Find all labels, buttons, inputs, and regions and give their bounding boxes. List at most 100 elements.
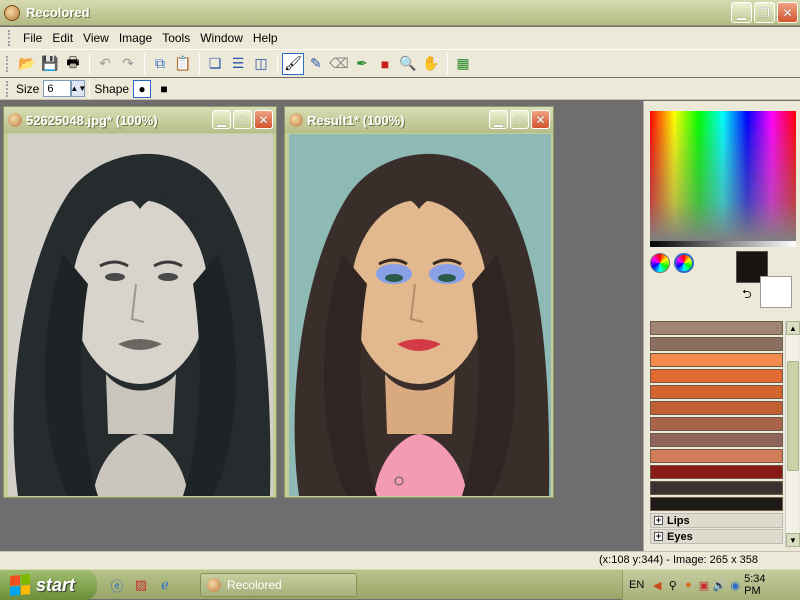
doc-minimize-button[interactable]: ▁	[212, 110, 231, 129]
swatch[interactable]	[650, 449, 783, 463]
hand-button[interactable]: ✋	[420, 53, 442, 75]
square-icon: ■	[160, 81, 168, 96]
image-canvas-original[interactable]	[8, 134, 273, 496]
close-button[interactable]: ✕	[777, 2, 798, 23]
quicklaunch-paint[interactable]: ▨	[132, 576, 150, 594]
tile-vertical-button[interactable]: ◫	[250, 53, 272, 75]
scroll-up-button[interactable]: ▲	[786, 321, 800, 335]
swatch-scrollbar[interactable]: ▲ ▼	[785, 321, 800, 547]
doc-close-button[interactable]: ✕	[531, 110, 550, 129]
menu-window[interactable]: Window	[195, 31, 248, 45]
menu-help[interactable]: Help	[248, 31, 283, 45]
color-wheel-rgb-icon[interactable]	[650, 253, 670, 273]
document-window-original: 52625048.jpg* (100%) ▁ □ ✕	[3, 106, 277, 498]
size-input[interactable]	[43, 80, 72, 97]
swatch[interactable]	[650, 369, 783, 383]
browser-icon: ℯ	[161, 577, 169, 592]
tray-back-icon[interactable]: ◀	[650, 578, 664, 592]
pen-button[interactable]: ✎	[305, 53, 327, 75]
grayscale-ramp[interactable]	[650, 241, 796, 247]
color-wheel-hsv-icon[interactable]	[674, 253, 694, 273]
tray-volume-icon[interactable]: 🔊	[713, 578, 727, 592]
cascade-button[interactable]: ❏	[204, 53, 226, 75]
minimize-button[interactable]: ▁	[731, 2, 752, 23]
eyedropper-icon: ✒	[356, 55, 368, 71]
taskbar-recolored-button[interactable]: Recolored	[200, 573, 357, 597]
maximize-icon: □	[515, 112, 524, 127]
swatch[interactable]	[650, 385, 783, 399]
compare-button[interactable]: ▦	[452, 53, 474, 75]
group-label: Lips	[667, 514, 690, 527]
tray-update-icon[interactable]: ◉	[728, 578, 742, 592]
save-button[interactable]: 💾	[39, 53, 61, 75]
color-spectrum-picker[interactable]	[650, 111, 796, 241]
eyedropper-button[interactable]: ✒	[351, 53, 373, 75]
fill-button[interactable]: ■	[374, 53, 396, 75]
swatch[interactable]	[650, 433, 783, 447]
swatch-group-eyes[interactable]: + Eyes	[650, 529, 783, 544]
swatch[interactable]	[650, 417, 783, 431]
tray-app-icon[interactable]: ▣	[697, 578, 711, 592]
ie-icon: ⓔ	[110, 578, 124, 594]
paint-icon: ▨	[134, 577, 148, 592]
restore-button[interactable]: ❐	[754, 2, 775, 23]
swatch[interactable]	[650, 401, 783, 415]
doc-close-button[interactable]: ✕	[254, 110, 273, 129]
shape-square-button[interactable]: ■	[155, 80, 173, 98]
menu-tools[interactable]: Tools	[157, 31, 195, 45]
document-title-bar[interactable]: 52625048.jpg* (100%) ▁ □ ✕	[4, 107, 276, 133]
brush-button[interactable]: 🖌	[282, 52, 304, 75]
doc-minimize-button[interactable]: ▁	[489, 110, 508, 129]
status-text: (x:108 y:344) - Image: 265 x 358	[599, 554, 758, 566]
minimize-icon: ▁	[216, 112, 227, 127]
quicklaunch-browser[interactable]: ℯ	[156, 576, 174, 594]
scroll-thumb[interactable]	[787, 361, 799, 471]
print-icon: 🖶	[66, 53, 80, 70]
undo-button[interactable]: ↶	[94, 53, 116, 75]
shape-circle-button[interactable]: ●	[133, 79, 152, 98]
swatch-group-lips[interactable]: + Lips	[650, 513, 783, 528]
window-title: Recolored	[26, 5, 90, 20]
background-color-swatch[interactable]	[760, 276, 792, 308]
app-title-bar: Recolored ▁ ❐ ✕	[0, 0, 800, 26]
swap-colors-icon[interactable]: ⮌	[742, 285, 752, 306]
quicklaunch-desktop[interactable]: ⓔ	[108, 576, 126, 594]
swatch[interactable]	[650, 481, 783, 495]
hand-icon: ✋	[422, 55, 440, 71]
open-button[interactable]: 📂	[16, 53, 38, 75]
menu-grip	[8, 30, 12, 46]
scroll-down-button[interactable]: ▼	[786, 533, 800, 547]
swatch[interactable]	[650, 321, 783, 335]
language-indicator[interactable]: EN	[629, 579, 644, 591]
redo-button[interactable]: ↷	[117, 53, 139, 75]
menu-image[interactable]: Image	[114, 31, 157, 45]
tile-horizontal-button[interactable]: ☰	[227, 53, 249, 75]
doc-maximize-button[interactable]: □	[510, 110, 529, 129]
menu-edit[interactable]: Edit	[47, 31, 78, 45]
copy-button[interactable]: ⧉	[149, 53, 171, 75]
menu-file[interactable]: File	[18, 31, 47, 45]
menu-view[interactable]: View	[78, 31, 114, 45]
document-title-bar[interactable]: Result1* (100%) ▁ □ ✕	[285, 107, 553, 133]
start-button[interactable]: start	[0, 570, 97, 600]
save-icon: 💾	[41, 55, 59, 71]
zoom-button[interactable]: 🔍	[397, 53, 419, 75]
image-canvas-result[interactable]	[289, 134, 551, 496]
chevron-up-icon: ▲	[789, 323, 797, 333]
windows-logo-icon	[10, 573, 30, 597]
print-button[interactable]: 🖶	[62, 53, 84, 75]
app-icon	[207, 578, 221, 592]
paste-button[interactable]: 📋	[172, 53, 194, 75]
portrait-recolored-image	[289, 134, 551, 496]
swatch[interactable]	[650, 353, 783, 367]
minimize-icon: ▁	[493, 112, 504, 127]
swatch[interactable]	[650, 497, 783, 511]
size-spinner[interactable]: ▲▼	[70, 80, 86, 97]
tray-firefox-icon[interactable]: ●	[682, 578, 696, 592]
eraser-button[interactable]: ⌫	[328, 53, 350, 75]
swatch[interactable]	[650, 465, 783, 479]
tray-network-icon[interactable]: ⚲	[666, 578, 680, 592]
doc-maximize-button[interactable]: □	[233, 110, 252, 129]
document-icon	[8, 113, 22, 127]
swatch[interactable]	[650, 337, 783, 351]
